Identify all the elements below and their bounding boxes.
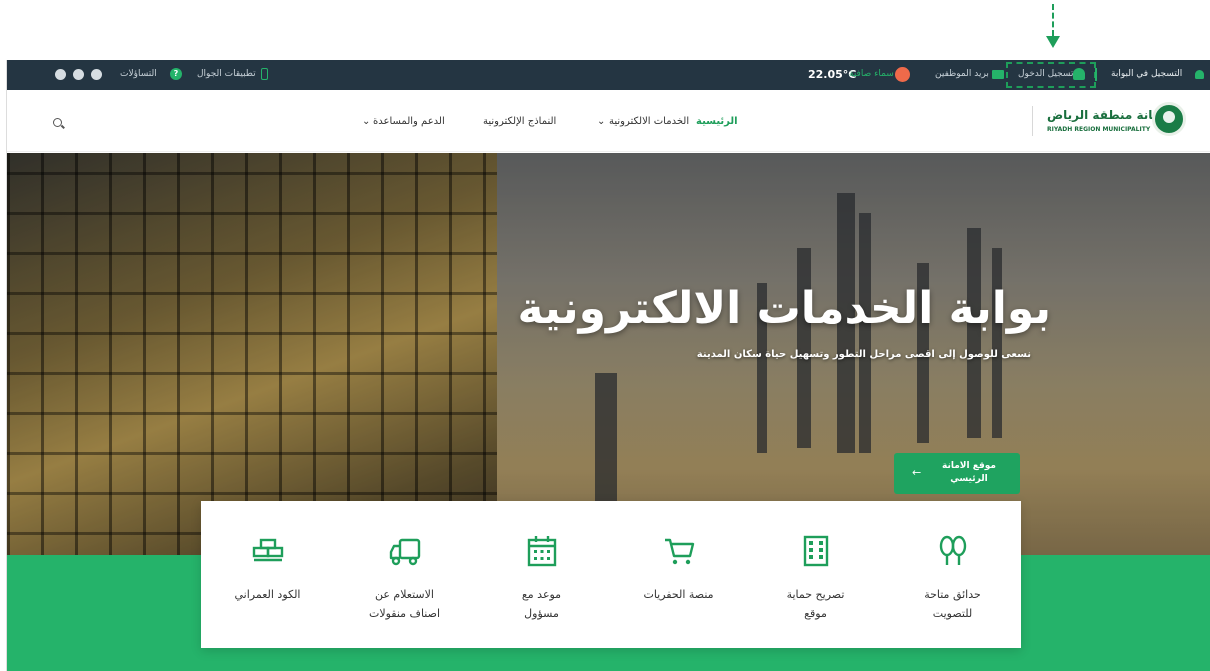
brand-name-en: RIYADH REGION MUNICIPALITY — [1047, 126, 1151, 133]
nav-support-chevron-icon: ⌄ — [362, 116, 371, 127]
service-site-protection[interactable]: تصريح حماية موقع — [747, 501, 884, 648]
services-card: حدائق متاحة للتصويت تصريح حماية موقع منص… — [201, 501, 1021, 648]
faq-link[interactable]: التساؤلات — [120, 69, 157, 79]
youtube-icon[interactable] — [55, 69, 66, 80]
mobile-apps-link[interactable]: تطبيقات الجوال — [197, 69, 256, 79]
website-screenshot: التساؤلات ? تطبيقات الجوال 22.05°C سماء … — [6, 60, 1210, 671]
nav-eservices[interactable]: الخدمات الالكترونية — [609, 116, 689, 127]
search-icon[interactable] — [53, 118, 62, 127]
service-label: الكود العمراني — [234, 588, 301, 601]
service-label: حدائق متاحة للتصويت — [924, 588, 981, 620]
add-user-icon — [1195, 70, 1204, 79]
employee-mail-link[interactable]: بريد الموظفين — [935, 69, 989, 79]
sun-icon — [895, 67, 910, 82]
nav-home[interactable]: الرئيسية — [696, 116, 738, 127]
service-label: موعد مع مسؤول — [521, 588, 562, 620]
building-icon — [803, 535, 828, 567]
service-movables-inquiry[interactable]: الاستعلام عن اصناف منقولات — [336, 501, 473, 648]
brand-name-ar: أمانة منطقة الرياض — [1047, 108, 1165, 122]
main-site-button-label: موقع الامانة الرئيسي — [942, 461, 996, 484]
twitter-icon[interactable] — [73, 69, 84, 80]
cart-icon — [664, 538, 694, 565]
main-site-button[interactable]: ← موقع الامانة الرئيسي — [894, 453, 1020, 494]
calendar-icon — [527, 536, 556, 567]
hero-title: بوابة الخدمات الالكترونية — [517, 283, 1051, 334]
phone-icon — [261, 68, 268, 80]
login-link[interactable]: تسجيل الدخول — [1018, 69, 1073, 79]
mail-icon — [992, 70, 1004, 79]
service-label: تصريح حماية موقع — [786, 588, 845, 620]
hero-subtitle: نسعى للوصول إلى اقصى مراحل التطور وتسهيل… — [696, 349, 1031, 360]
arrow-left-icon: ← — [912, 466, 922, 479]
page: التساؤلات ? تطبيقات الجوال 22.05°C سماء … — [0, 0, 1210, 671]
nav-eservices-chevron-icon: ⌄ — [597, 116, 606, 127]
service-urban-code[interactable]: الكود العمراني — [199, 501, 336, 648]
nav-eforms[interactable]: النماذج الإلكترونية — [483, 116, 556, 127]
service-label: الاستعلام عن اصناف منقولات — [368, 588, 441, 620]
service-parks-voting[interactable]: حدائق متاحة للتصويت — [884, 501, 1021, 648]
user-icon — [1073, 68, 1085, 80]
topbar-separator — [1095, 68, 1097, 81]
truck-icon — [389, 538, 420, 566]
trees-icon — [939, 535, 966, 565]
weather-label: سماء صافية — [849, 69, 894, 79]
bricks-icon — [252, 538, 283, 562]
facebook-icon[interactable] — [91, 69, 102, 80]
question-icon: ? — [170, 68, 182, 80]
annotation-arrow-head — [1046, 36, 1060, 48]
logo-divider — [1032, 106, 1033, 136]
top-bar: التساؤلات ? تطبيقات الجوال 22.05°C سماء … — [7, 60, 1210, 90]
municipality-logo-icon[interactable] — [1152, 102, 1186, 136]
service-appointment[interactable]: موعد مع مسؤول — [473, 501, 610, 648]
annotation-arrow-line — [1052, 4, 1054, 36]
service-label: منصة الحفريات — [643, 588, 714, 601]
nav-support[interactable]: الدعم والمساعدة — [373, 116, 445, 127]
service-excavation-platform[interactable]: منصة الحفريات — [610, 501, 747, 648]
register-link[interactable]: التسجيل في البوابة — [1111, 69, 1182, 79]
main-navbar: ⌄ الدعم والمساعدة النماذج الإلكترونية ⌄ … — [7, 90, 1210, 152]
